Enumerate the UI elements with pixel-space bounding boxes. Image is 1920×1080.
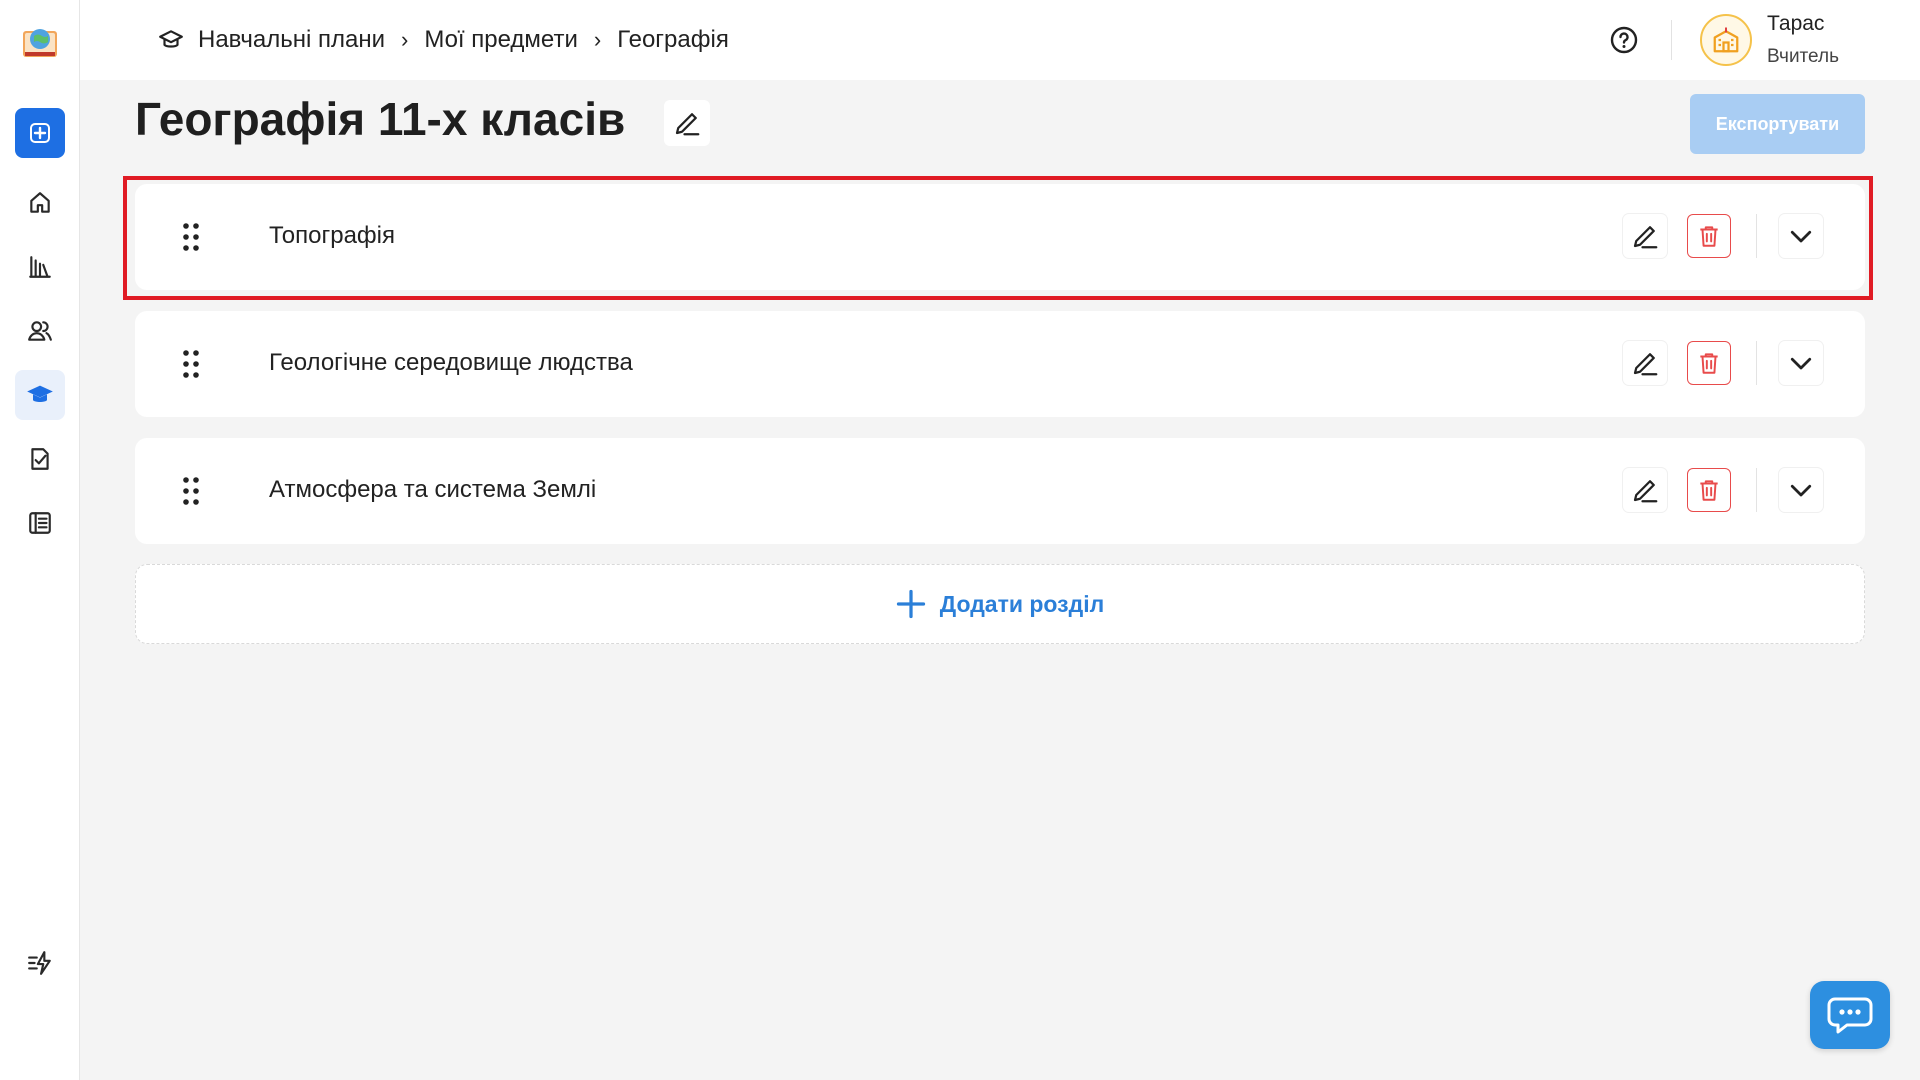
section-row: Топографія [135, 184, 1865, 290]
delete-section-button[interactable] [1687, 468, 1731, 512]
app-logo[interactable] [18, 18, 62, 62]
edit-section-button[interactable] [1623, 468, 1667, 512]
sidebar-item-quick-actions[interactable] [15, 938, 65, 988]
chevron-down-icon [1790, 357, 1812, 370]
drag-handle-icon[interactable] [181, 475, 201, 507]
graduation-cap-icon [159, 30, 183, 48]
edit-title-button[interactable] [664, 100, 710, 146]
sidebar-item-assignments[interactable] [15, 434, 65, 484]
sidebar-item-home[interactable] [15, 178, 65, 228]
trash-icon [1700, 353, 1718, 374]
header-divider [1671, 20, 1672, 60]
top-header: Навчальні плани › Мої предмети › Географ… [80, 0, 1920, 80]
trash-icon [1700, 226, 1718, 247]
avatar[interactable] [1700, 14, 1752, 66]
breadcrumb-item-my-subjects[interactable]: Мої предмети [424, 26, 578, 54]
divider [1756, 341, 1757, 385]
trash-icon [1700, 480, 1718, 501]
drag-handle-icon[interactable] [181, 348, 201, 380]
user-name[interactable]: Тарас [1767, 12, 1824, 36]
chevron-right-icon: › [593, 27, 602, 52]
support-chat-button[interactable] [1810, 981, 1890, 1049]
delete-section-button[interactable] [1687, 341, 1731, 385]
pencil-icon [1633, 353, 1658, 376]
edit-section-button[interactable] [1623, 214, 1667, 258]
assignment-icon [30, 448, 49, 470]
expand-section-button[interactable] [1779, 341, 1823, 385]
add-section-button[interactable]: Додати розділ [135, 564, 1865, 644]
chat-icon [1827, 997, 1873, 1034]
graduation-cap-icon [26, 385, 53, 402]
page-title: Географія 11-х класів [135, 93, 626, 145]
library-icon [28, 256, 51, 278]
section-title[interactable]: Топографія [269, 222, 395, 250]
section-title[interactable]: Атмосфера та система Землі [269, 476, 596, 504]
plus-icon [896, 589, 925, 619]
breadcrumb-item-curricula[interactable]: Навчальні плани [198, 26, 385, 54]
sidebar-item-library[interactable] [15, 242, 65, 292]
quick-actions-icon [28, 951, 51, 975]
create-button[interactable] [14, 108, 65, 158]
edit-section-button[interactable] [1623, 341, 1667, 385]
drag-handle-icon[interactable] [181, 221, 201, 253]
sidebar-item-curriculum[interactable] [14, 370, 65, 420]
expand-section-button[interactable] [1779, 468, 1823, 512]
section-row: Геологічне середовище людства [135, 311, 1865, 417]
user-role: Вчитель [1767, 46, 1839, 67]
section-row: Атмосфера та система Землі [135, 438, 1865, 544]
divider [1756, 214, 1757, 258]
add-icon [29, 123, 50, 143]
home-icon [29, 192, 50, 213]
help-button[interactable] [1608, 24, 1640, 56]
sidebar-item-journal[interactable] [15, 498, 65, 548]
breadcrumb: Навчальні плани › Мої предмети › Географ… [158, 24, 729, 56]
expand-section-button[interactable] [1779, 214, 1823, 258]
divider [1756, 468, 1757, 512]
add-section-label: Додати розділ [939, 590, 1105, 617]
pencil-icon [675, 113, 700, 136]
users-icon [27, 321, 52, 341]
chevron-right-icon: › [400, 27, 409, 52]
delete-section-button[interactable] [1687, 214, 1731, 258]
section-title[interactable]: Геологічне середовище людства [269, 349, 633, 377]
help-icon [1610, 26, 1638, 54]
school-icon [1713, 27, 1739, 53]
pencil-icon [1633, 480, 1658, 503]
chevron-down-icon [1790, 230, 1812, 243]
export-button[interactable]: Експортувати [1690, 94, 1865, 154]
journal-icon [28, 512, 51, 534]
breadcrumb-item-current: Географія [617, 26, 729, 53]
sidebar-item-users[interactable] [15, 306, 65, 356]
chevron-down-icon [1790, 484, 1812, 497]
sidebar [0, 0, 80, 1080]
pencil-icon [1633, 226, 1658, 249]
logo-icon [22, 29, 57, 57]
